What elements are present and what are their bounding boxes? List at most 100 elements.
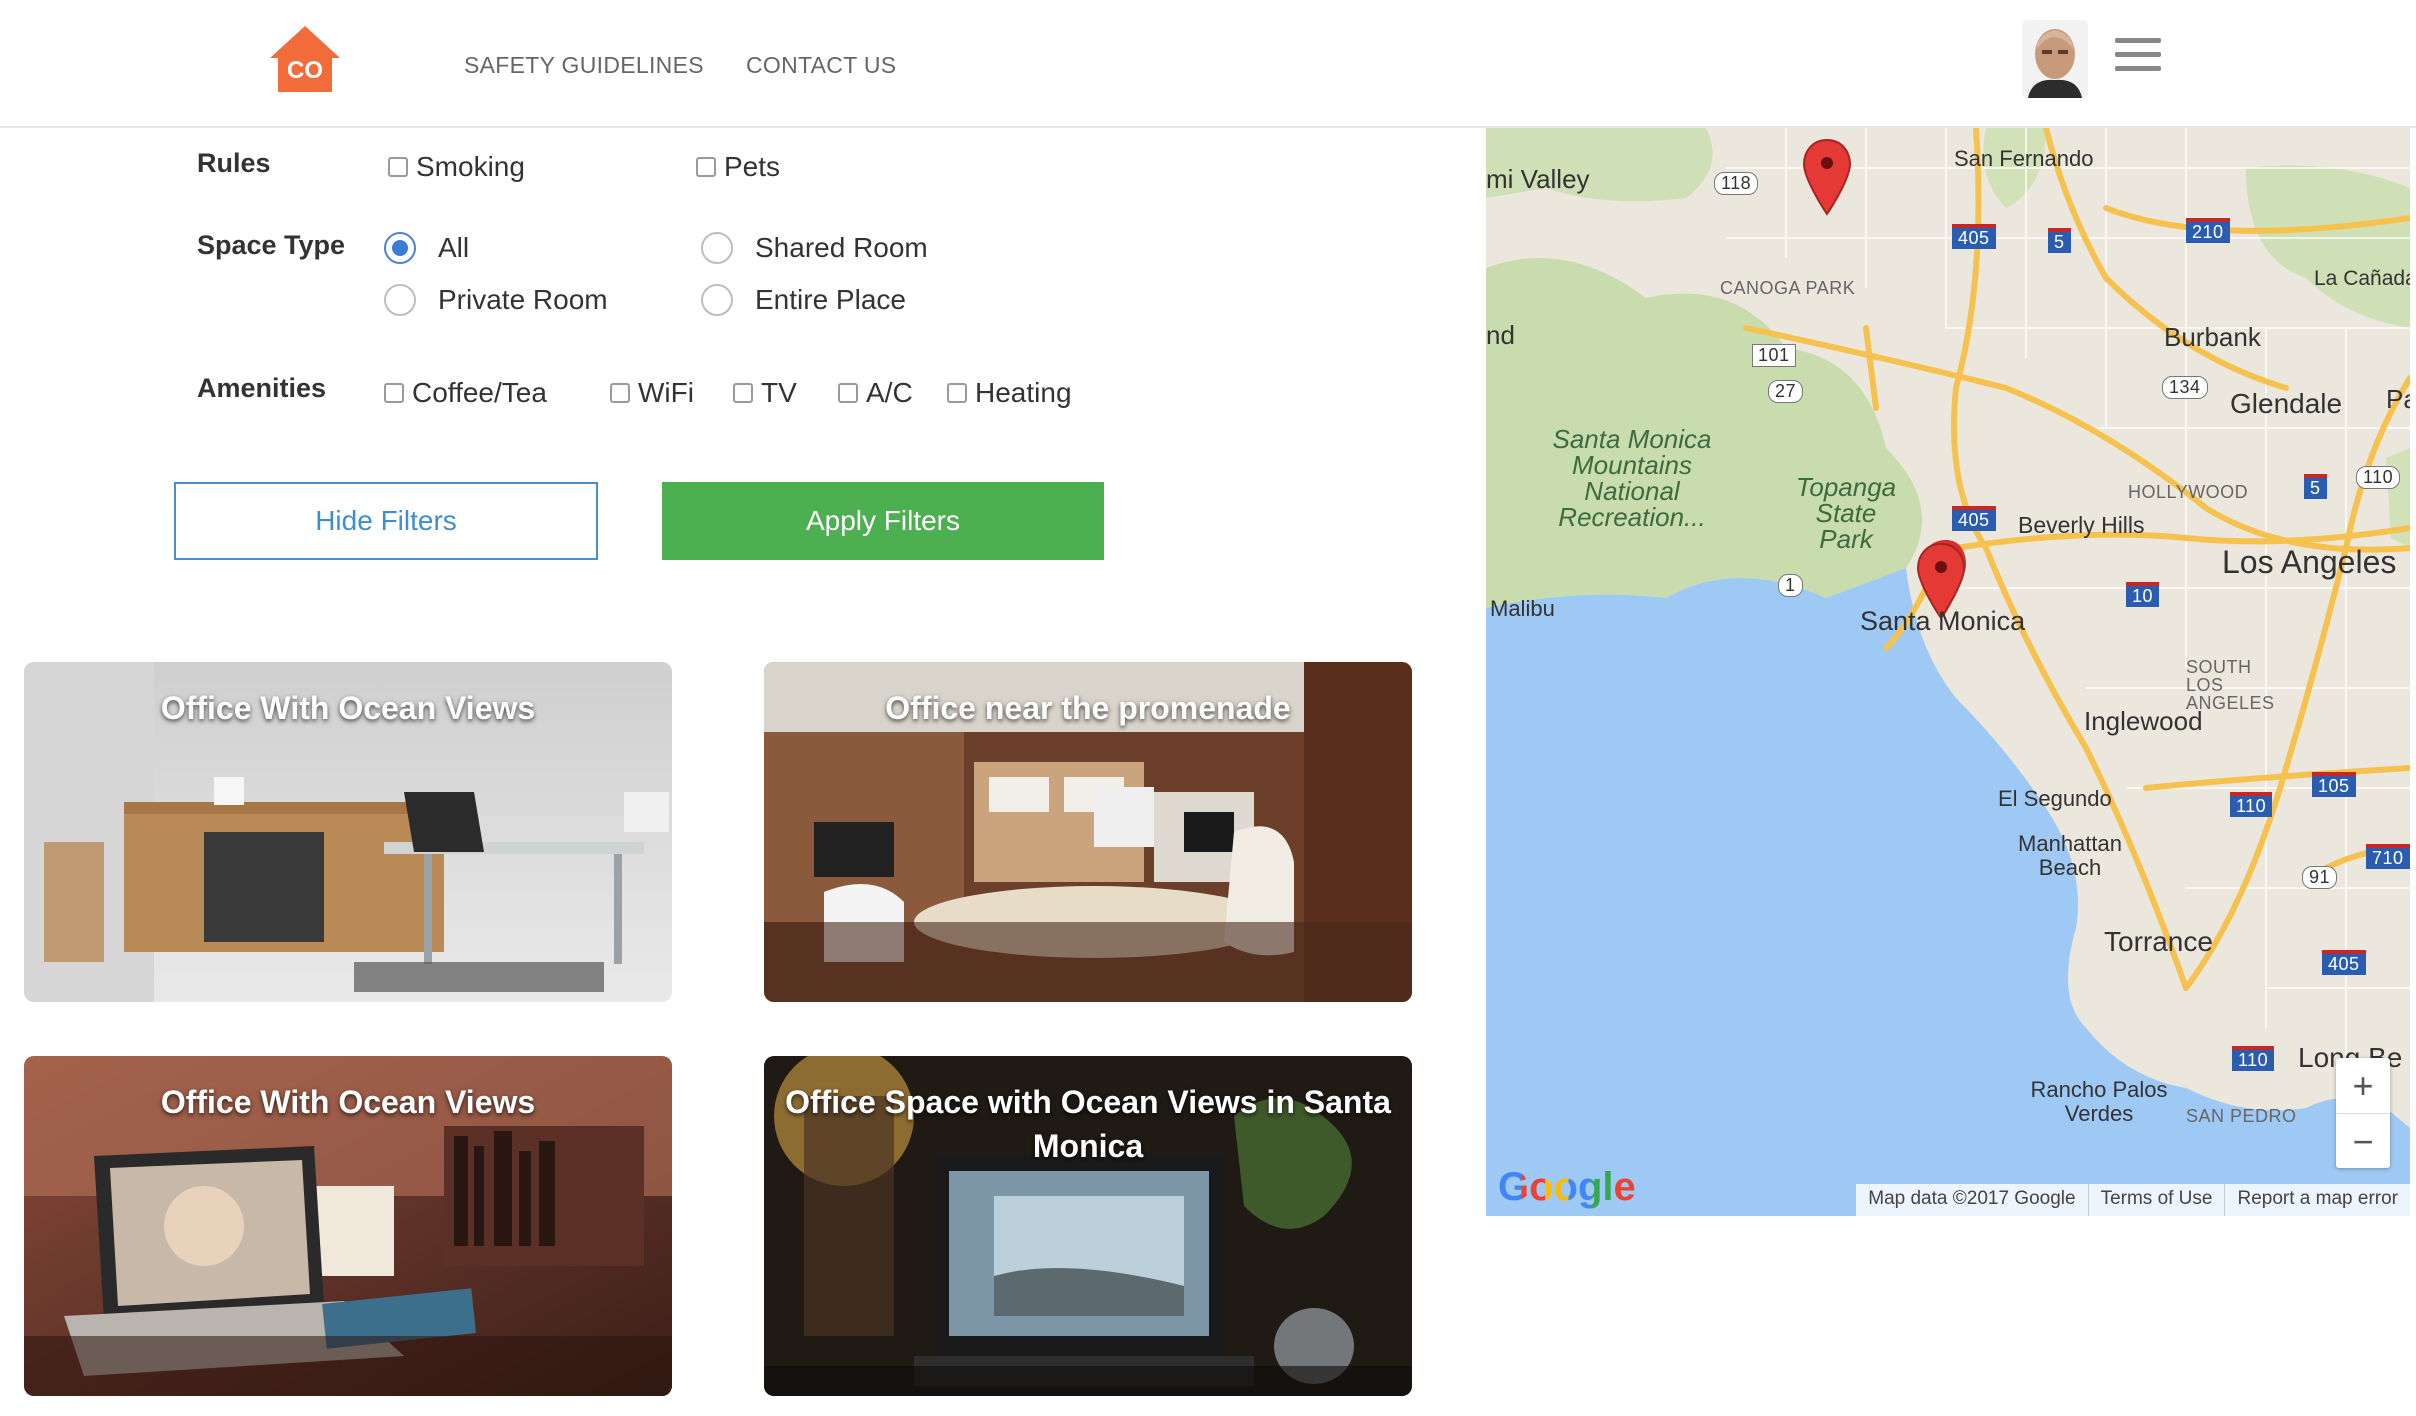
rule-pets-checkbox[interactable]: Pets [696,151,780,183]
highway-shield: 405 [1952,224,1996,249]
map-place-label: Los Angeles [2222,544,2397,580]
highway-shield: 405 [1952,506,1996,531]
map-place-label: Topanga State Park [1795,472,1897,554]
map-place-label: CANOGA PARK [1720,278,1856,298]
home-logo-icon[interactable]: CO [268,24,342,94]
map-attribution-bar: Map data ©2017 Google Terms of Use Repor… [1856,1184,2410,1216]
space-type-entire-place-radio[interactable]: Entire Place [701,284,906,316]
zoom-in-button[interactable]: + [2336,1058,2390,1114]
rule-smoking-label: Smoking [416,151,525,182]
map-place-label: Inglewood [2084,706,2203,736]
map-view[interactable]: mi Valley San Fernando CANOGA PARK La Ca… [1486,128,2410,1216]
space-type-all-label: All [438,232,470,263]
highway-shield: 110 [2230,792,2273,817]
rules-label: Rules [197,148,271,178]
highway-shield: 110 [2232,1046,2275,1071]
map-data-credit: Map data ©2017 Google [1868,1188,2076,1209]
amenity-heating-label: Heating [975,377,1072,408]
listing-title[interactable]: Office near the promenade [784,686,1392,730]
highway-shield: 91 [2302,866,2338,889]
amenities-label: Amenities [197,373,327,403]
highway-shield: 110 [2356,466,2401,489]
map-place-label: Manhattan Beach [2018,831,2122,880]
space-type-shared-room-label: Shared Room [755,232,928,263]
map-place-label: SAN PEDRO [2186,1106,2297,1126]
radio-unselected[interactable] [384,284,416,316]
radio-unselected[interactable] [701,284,733,316]
checkbox-box[interactable] [388,157,408,177]
map-marker-icon[interactable] [1802,138,1852,218]
listing-card[interactable]: Office Space with Ocean Views in Santa M… [764,1056,1412,1396]
highway-shield: 10 [2126,582,2160,607]
radio-unselected[interactable] [701,232,733,264]
google-logo[interactable]: Google [1498,1165,1636,1210]
user-avatar[interactable] [2022,20,2088,98]
checkbox-box[interactable] [733,383,753,403]
space-type-label: Space Type [197,230,346,260]
highway-shield: 405 [2322,950,2366,975]
space-type-shared-room-radio[interactable]: Shared Room [701,232,928,264]
map-place-label: Rancho Palos Verdes [2030,1077,2168,1126]
nav-safety-guidelines[interactable]: SAFETY GUIDELINES [464,52,704,79]
amenity-tv-label: TV [761,377,797,408]
amenity-ac-checkbox[interactable]: A/C [838,377,913,409]
space-type-all-radio[interactable]: All [384,232,469,264]
highway-shield: 5 [2048,228,2071,253]
top-navbar: CO SAFETY GUIDELINES CONTACT US [0,0,2416,128]
map-place-label: Beverly Hills [2018,512,2145,538]
map-place-label: La Cañada Flintridge [2314,267,2410,290]
map-place-label: HOLLYWOOD [2128,482,2249,502]
map-place-label: Glendale [2230,388,2343,419]
amenity-wifi-checkbox[interactable]: WiFi [610,377,694,409]
highway-shield: 1 [1778,574,1803,597]
map-place-label: nd [1486,320,1515,350]
amenity-coffee-tea-checkbox[interactable]: Coffee/Tea [384,377,547,409]
map-zoom-control: + − [2336,1058,2390,1168]
checkbox-box[interactable] [838,383,858,403]
amenity-wifi-label: WiFi [638,377,694,408]
listing-card[interactable]: Office With Ocean Views [24,662,672,1002]
map-place-label: mi Valley [1486,164,1590,194]
google-logo-text: Google [1498,1165,1636,1209]
map-place-label: Burbank [2164,322,2261,352]
listing-title[interactable]: Office With Ocean Views [44,686,652,730]
nav-contact-us[interactable]: CONTACT US [746,52,896,79]
highway-shield: 710 [2366,844,2410,869]
amenity-heating-checkbox[interactable]: Heating [947,377,1072,409]
space-type-entire-place-label: Entire Place [755,284,906,315]
report-map-error-link[interactable]: Report a map error [2224,1184,2410,1216]
listing-title[interactable]: Office Space with Ocean Views in Santa M… [784,1080,1392,1168]
map-place-label: Santa Monica Mountains National Recreati… [1552,424,1712,532]
listing-title[interactable]: Office With Ocean Views [44,1080,652,1124]
hide-filters-button[interactable]: Hide Filters [174,482,598,560]
map-place-label: San Fernando [1954,146,2094,171]
highway-shield: 27 [1768,380,1804,403]
highway-shield: 101 [1752,344,1796,367]
space-type-private-room-label: Private Room [438,284,608,315]
hamburger-menu-icon[interactable] [2115,38,2161,72]
map-place-label: Pa [2386,384,2410,414]
checkbox-box[interactable] [610,383,630,403]
highway-shield: 134 [2162,376,2208,399]
space-type-private-room-radio[interactable]: Private Room [384,284,608,316]
checkbox-box[interactable] [947,383,967,403]
checkbox-box[interactable] [384,383,404,403]
highway-shield: 5 [2304,474,2327,499]
amenity-coffee-tea-label: Coffee/Tea [412,377,547,408]
map-place-label: Malibu [1490,596,1555,621]
amenity-ac-label: A/C [866,377,913,408]
apply-filters-button[interactable]: Apply Filters [662,482,1104,560]
listing-card[interactable]: Office near the promenade [764,662,1412,1002]
terms-of-use-link[interactable]: Terms of Use [2087,1184,2225,1216]
radio-selected[interactable] [384,232,416,264]
amenity-tv-checkbox[interactable]: TV [733,377,797,409]
map-place-label: Santa Monica [1860,606,2026,636]
logo-text: CO [287,57,323,84]
checkbox-box[interactable] [696,157,716,177]
map-place-label: Torrance [2104,926,2213,957]
map-place-label: El Segundo [1998,786,2112,811]
rule-pets-label: Pets [724,151,781,182]
rule-smoking-checkbox[interactable]: Smoking [388,151,525,183]
zoom-out-button[interactable]: − [2336,1114,2390,1169]
listing-card[interactable]: Office With Ocean Views [24,1056,672,1396]
